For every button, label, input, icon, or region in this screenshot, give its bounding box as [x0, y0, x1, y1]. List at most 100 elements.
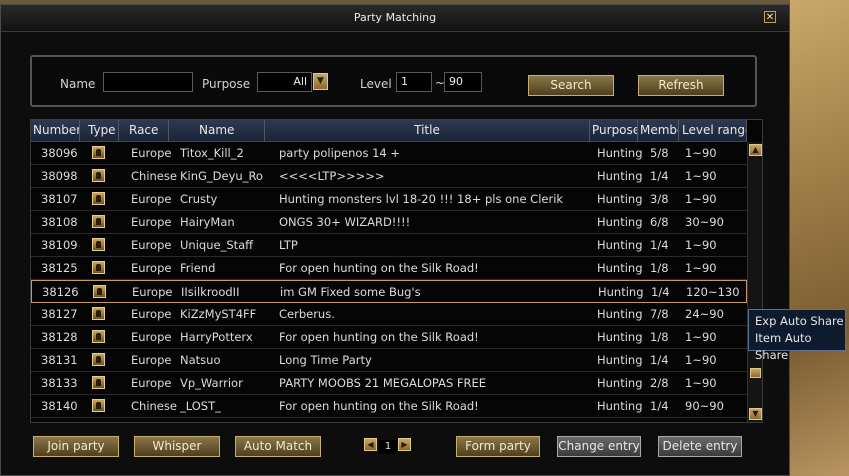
party-type-icon: [92, 330, 105, 343]
cell-members: 5/8: [650, 146, 669, 160]
page-next-icon[interactable]: ▶: [398, 438, 411, 451]
col-race[interactable]: Race: [119, 120, 169, 141]
cell-race: Europe: [131, 146, 172, 160]
party-type-icon: [93, 285, 106, 298]
party-type-icon: [92, 376, 105, 389]
table-row[interactable]: 38096 Europe Titox_Kill_2 party polipenos 1…: [31, 142, 747, 165]
cell-title: LTP: [279, 238, 298, 252]
cell-level: 1~90: [685, 192, 717, 206]
party-type-icon: [92, 307, 105, 320]
cell-number: 38131: [41, 353, 78, 367]
table-row[interactable]: 38108 Europe HairyMan ONGS 30+ WIZARD!!!! Hu…: [31, 211, 747, 234]
cell-level: 90~90: [685, 399, 724, 413]
cell-purpose: Hunting: [597, 376, 643, 390]
change-entry-button[interactable]: Change entry: [557, 436, 641, 457]
cell-name: HairyMan: [180, 215, 235, 229]
table-row[interactable]: 38125 Europe Friend For open hunting on the…: [31, 257, 747, 280]
cell-number: 38133: [41, 376, 78, 390]
cell-number: 38128: [41, 330, 78, 344]
tooltip: Exp Auto Share Item Auto Share: [748, 309, 846, 362]
cell-purpose: Hunting: [597, 307, 643, 321]
table-row[interactable]: 38128 Europe HarryPotterx For open hunting …: [31, 326, 747, 349]
join-party-button[interactable]: Join party: [33, 436, 119, 457]
cell-name: Vp_Warrior: [180, 376, 243, 390]
cell-level: 1~90: [685, 330, 717, 344]
whisper-button[interactable]: Whisper: [134, 436, 220, 457]
cell-name: Natsuo: [180, 353, 221, 367]
cell-members: 1/4: [650, 238, 669, 252]
scroll-up-icon[interactable]: ▲: [749, 144, 762, 156]
form-party-button[interactable]: Form party: [456, 436, 540, 457]
cell-members: 1/8: [650, 330, 669, 344]
cell-number: 38096: [41, 146, 78, 160]
table-row[interactable]: 38127 Europe KiZzMyST4FF Cerberus. Hunting 7/…: [31, 303, 747, 326]
scroll-down-icon[interactable]: ▼: [749, 408, 762, 420]
tooltip-exp-share: Exp Auto Share: [755, 314, 844, 328]
cell-level: 1~90: [685, 169, 717, 183]
cell-members: 3/8: [650, 192, 669, 206]
col-type[interactable]: Type: [80, 120, 119, 141]
cell-purpose: Hunting: [597, 330, 643, 344]
name-input[interactable]: [103, 72, 193, 92]
delete-entry-button[interactable]: Delete entry: [658, 436, 742, 457]
cell-number: 38125: [41, 261, 78, 275]
cell-level: 120~130: [686, 285, 740, 299]
table-header: Number Type Race Name Title Purpose Memb…: [31, 120, 747, 142]
party-list: Number Type Race Name Title Purpose Memb…: [30, 119, 763, 423]
scroll-thumb[interactable]: [750, 368, 761, 378]
level-label: Level: [360, 77, 392, 91]
cell-members: 1/4: [650, 169, 669, 183]
cell-number: 38107: [41, 192, 78, 206]
table-row[interactable]: 38107 Europe Crusty Hunting monsters lvl 18…: [31, 188, 747, 211]
cell-title: party polipenos 14 +: [279, 146, 401, 160]
level-max-input[interactable]: 90: [444, 72, 482, 92]
col-level-range[interactable]: Level range: [679, 120, 747, 141]
cell-number: 38098: [41, 169, 78, 183]
cell-title: Hunting monsters lvl 18-20 !!! 18+ pls o…: [279, 192, 564, 206]
cell-title: For open hunting on the Silk Road!: [279, 330, 479, 344]
cell-level: 1~90: [685, 238, 717, 252]
cell-title: For open hunting on the Silk Road!: [279, 261, 479, 275]
cell-name: Unique_Staff: [180, 238, 254, 252]
table-row[interactable]: 38098 Chinese KinG_Deyu_Ro <<<<LTP>>>>> Hunt…: [31, 165, 747, 188]
col-title[interactable]: Title: [265, 120, 590, 141]
cell-race: Europe: [131, 238, 172, 252]
page-prev-icon[interactable]: ◀: [364, 438, 377, 451]
scrollbar[interactable]: ▲ ▼: [747, 142, 762, 422]
table-row[interactable]: 38131 Europe Natsuo Long Time Party Hunting 1…: [31, 349, 747, 372]
cell-purpose: Hunting: [597, 215, 643, 229]
purpose-select[interactable]: All: [257, 72, 312, 92]
cell-race: Europe: [131, 376, 172, 390]
refresh-button[interactable]: Refresh: [638, 75, 724, 96]
cell-name: KinG_Deyu_Ro: [180, 169, 263, 183]
party-type-icon: [92, 353, 105, 366]
level-min-input[interactable]: 1: [396, 72, 432, 92]
party-type-icon: [92, 399, 105, 412]
col-name[interactable]: Name: [169, 120, 265, 141]
table-row[interactable]: 38133 Europe Vp_Warrior PARTY MOOBS 21 MEGA…: [31, 372, 747, 395]
cell-level: 1~90: [685, 353, 717, 367]
cell-purpose: Hunting: [597, 261, 643, 275]
page-number: 1: [379, 440, 397, 454]
col-number[interactable]: Number: [31, 120, 80, 141]
window-title: Party Matching: [353, 11, 437, 24]
table-row[interactable]: 38109 Europe Unique_Staff LTP Hunting 1/4 1~90: [31, 234, 747, 257]
close-icon[interactable]: ✕: [764, 11, 776, 23]
auto-match-button[interactable]: Auto Match: [235, 436, 321, 457]
dropdown-arrow-icon[interactable]: ▼: [313, 73, 328, 90]
titlebar: Party Matching ✕: [1, 5, 789, 32]
cell-name: _LOST_: [180, 399, 221, 413]
table-row[interactable]: 38126 Europe IIsilkroodII im GM Fixed some …: [31, 280, 747, 303]
cell-purpose: Hunting: [597, 353, 643, 367]
cell-race: Chinese: [131, 169, 177, 183]
cell-members: 7/8: [650, 307, 669, 321]
search-button[interactable]: Search: [528, 75, 614, 96]
cell-name: Titox_Kill_2: [180, 146, 244, 160]
cell-name: Friend: [180, 261, 216, 275]
col-members[interactable]: Membe: [638, 120, 679, 141]
party-type-icon: [92, 192, 105, 205]
cell-purpose: Hunting: [597, 399, 643, 413]
cell-purpose: Hunting: [597, 192, 643, 206]
table-row[interactable]: 38140 Chinese _LOST_ For open hunting on th…: [31, 395, 747, 418]
col-purpose[interactable]: Purpose: [590, 120, 638, 141]
